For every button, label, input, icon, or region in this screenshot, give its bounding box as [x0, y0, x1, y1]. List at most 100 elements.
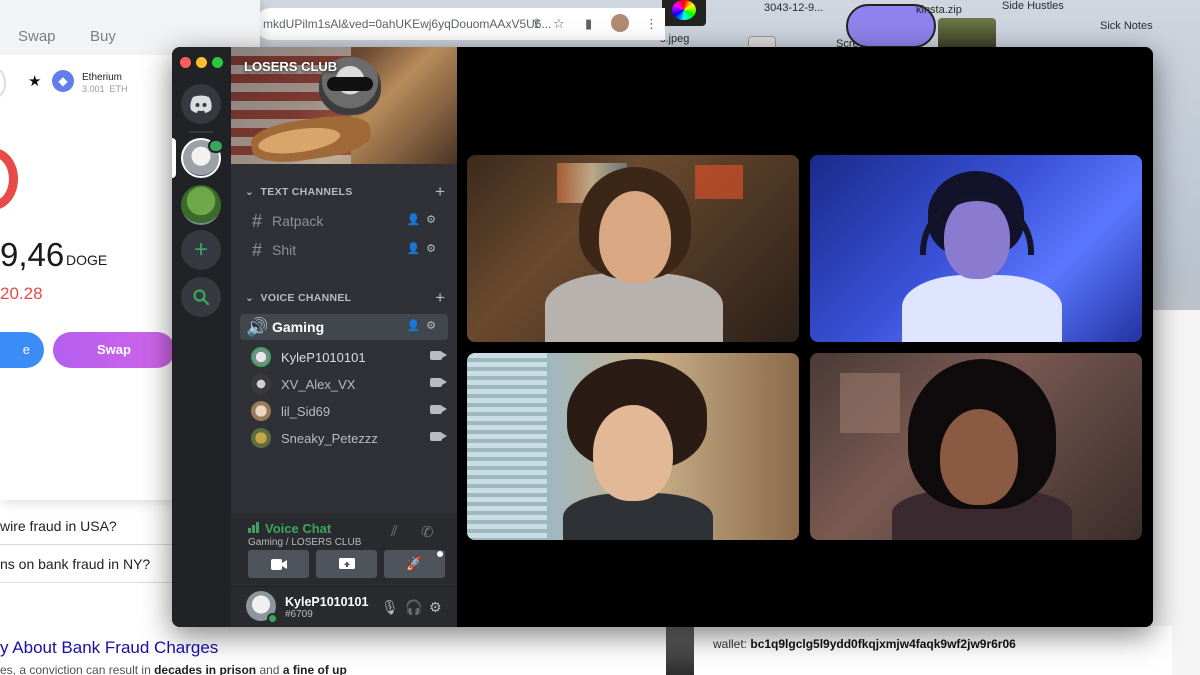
profile-avatar[interactable]	[611, 14, 629, 32]
channel-sidebar: LOSERS CLUB ⌄ TEXT CHANNELS + # Ratpack …	[231, 47, 457, 627]
minimize-window-button[interactable]	[196, 57, 207, 68]
balance-change: 20.28	[0, 284, 43, 303]
desktop-file-label[interactable]: Side Hustles	[1002, 0, 1064, 12]
wallet-address-page: wallet: bc1q9lgclg5l9ydd0fkqjxmjw4faqk9w…	[662, 626, 1172, 675]
wallet-address[interactable]: bc1q9lgclg5l9ydd0fkqjxmjw4faqk9wf2jw9r6r…	[750, 637, 1015, 651]
desktop-icons: s.jpeg 3043-12-9... Screenshot kinsta.zi…	[660, 0, 1200, 50]
server-banner[interactable]: LOSERS CLUB	[231, 47, 457, 164]
server-icon-pepe[interactable]	[181, 185, 221, 225]
desktop-file-label[interactable]: Sick Notes	[1100, 20, 1153, 32]
divider	[0, 582, 175, 583]
doge-coin-icon	[0, 148, 18, 210]
voice-user-kyle[interactable]: KyleP1010101	[251, 345, 448, 369]
wallet-avatar	[0, 68, 6, 98]
background-browser-window	[1150, 310, 1200, 675]
channel-action-icons[interactable]: 👤⚙	[406, 319, 442, 332]
channel-shit[interactable]: # Shit 👤⚙	[240, 237, 448, 263]
camera-button[interactable]	[248, 550, 309, 578]
voice-status-subtitle[interactable]: Gaming / LOSERS CLUB	[248, 537, 361, 548]
snippet-bold: a fine of up	[282, 663, 347, 675]
signal-strength-icon	[248, 522, 261, 533]
share-icon[interactable]: ⇪	[531, 16, 542, 32]
mouse-cursor	[1148, 89, 1153, 110]
voice-user-name: KyleP1010101	[281, 349, 366, 365]
hash-icon: #	[251, 239, 262, 260]
discord-home-button[interactable]	[181, 84, 221, 124]
url-text[interactable]: mkdUPilm1sAl&ved=0ahUKEwj6yqDouomAAxV5U6…	[263, 17, 551, 31]
user-panel: KyleP1010101 #6709 🎙 🎧 ⚙	[231, 587, 457, 627]
close-window-button[interactable]	[180, 57, 191, 68]
voice-user-alex[interactable]: XV_Alex_VX	[251, 372, 448, 396]
person-face	[940, 409, 1018, 505]
create-voice-channel-button[interactable]: +	[435, 289, 445, 306]
add-server-button[interactable]: +	[181, 230, 221, 270]
user-tag[interactable]: #6709	[285, 609, 313, 620]
channel-action-icons[interactable]: 👤⚙	[406, 242, 442, 255]
receive-button[interactable]: e	[0, 332, 44, 368]
video-tile-1[interactable]	[467, 155, 799, 342]
headphones-icon[interactable]: 🎧	[405, 599, 422, 616]
video-tile-3[interactable]	[467, 353, 799, 540]
person-face	[593, 405, 673, 501]
category-voice-channel[interactable]: ⌄ VOICE CHANNEL	[245, 292, 351, 304]
activity-button[interactable]: 🚀	[384, 550, 445, 578]
video-tile-2[interactable]	[810, 155, 1142, 342]
color-wheel-thumbnail[interactable]	[662, 0, 706, 26]
tab-buy[interactable]: Buy	[90, 28, 116, 45]
desktop-file-label[interactable]: 3043-12-9...	[764, 2, 823, 14]
wallet-address-line: wallet: bc1q9lgclg5l9ydd0fkqjxmjw4faqk9w…	[713, 637, 1016, 651]
microphone-icon[interactable]: 🎙	[381, 599, 399, 616]
online-status-icon	[267, 613, 278, 624]
category-text-channels[interactable]: ⌄ TEXT CHANNELS	[245, 186, 353, 198]
voice-user-name: lil_Sid69	[281, 403, 331, 419]
person-shirt	[902, 275, 1062, 342]
explore-servers-button[interactable]	[181, 277, 221, 317]
photo-thumbnail[interactable]	[938, 18, 996, 50]
voice-status-title[interactable]: Voice Chat	[265, 521, 331, 536]
username[interactable]: KyleP1010101	[285, 595, 368, 609]
camera-icon	[270, 558, 287, 570]
tab-swap[interactable]: Swap	[18, 28, 56, 45]
desktop-file-label[interactable]: kinsta.zip	[916, 4, 962, 16]
search-result-title[interactable]: y About Bank Fraud Charges	[0, 638, 218, 658]
related-question[interactable]: ns on bank fraud in NY?	[0, 556, 150, 572]
disconnect-icon[interactable]: ✆	[421, 523, 434, 541]
settings-gear-icon[interactable]: ⚙	[429, 599, 442, 616]
activity-rocket-icon: 🚀	[406, 556, 423, 571]
server-name[interactable]: LOSERS CLUB	[244, 59, 337, 74]
voice-user-sid[interactable]: lil_Sid69	[251, 399, 448, 423]
wallet-balance: 9,46	[0, 236, 65, 273]
channel-action-icons[interactable]: 👤⚙	[406, 213, 442, 226]
avatar	[251, 347, 271, 367]
window-blinds	[467, 353, 547, 540]
background-shelf	[840, 373, 900, 433]
unread-message-badge	[208, 139, 224, 153]
video-tile-4[interactable]	[810, 353, 1142, 540]
create-text-channel-button[interactable]: +	[435, 183, 445, 200]
browser-address-bar[interactable]: mkdUPilm1sAl&ved=0ahUKEwj6yqDouomAAxV5U6…	[255, 8, 665, 40]
snippet-text: es, a conviction can result in	[0, 663, 155, 675]
bookmark-star-icon[interactable]: ☆	[553, 16, 565, 32]
more-menu-icon[interactable]: ⋮	[645, 16, 658, 32]
category-label: TEXT CHANNELS	[260, 186, 353, 198]
related-question[interactable]: wire fraud in USA?	[0, 518, 117, 534]
server-rail: +	[172, 47, 231, 627]
wall-posters	[695, 165, 743, 199]
person-face	[599, 191, 671, 283]
camera-icon	[430, 378, 447, 387]
swap-button[interactable]: Swap	[53, 332, 175, 368]
hash-icon: #	[251, 210, 262, 231]
rail-divider	[189, 131, 213, 133]
screen-share-button[interactable]	[316, 550, 377, 578]
zoom-window-button[interactable]	[212, 57, 223, 68]
channel-ratpack[interactable]: # Ratpack 👤⚙	[240, 208, 448, 234]
sidebar-icon[interactable]: ▮	[585, 16, 592, 32]
wallet-thumbnail	[666, 626, 694, 675]
noise-suppression-icon[interactable]: ⫽	[391, 523, 398, 540]
voice-channel-gaming[interactable]: 🔊 Gaming 👤⚙	[240, 314, 448, 340]
asset-balance: 3.001 ETH	[82, 84, 128, 94]
wallet-label: wallet:	[713, 637, 748, 651]
favorite-star-icon[interactable]: ★	[28, 72, 41, 90]
channel-name: Ratpack	[272, 213, 324, 229]
voice-user-pete[interactable]: Sneaky_Petezzz	[251, 426, 448, 450]
